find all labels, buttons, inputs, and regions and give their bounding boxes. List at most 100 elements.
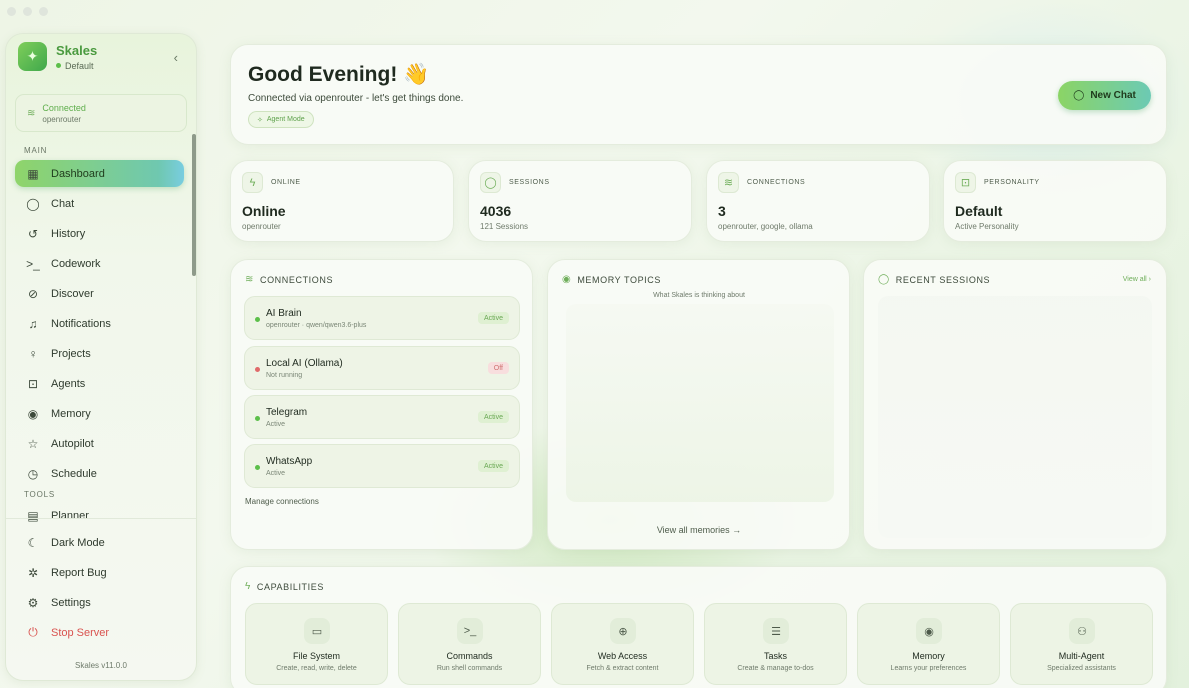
connection-item-local-ai[interactable]: Local AI (Ollama) Not running Off — [244, 346, 520, 390]
capability-web-access[interactable]: ⊕ Web Access Fetch & extract content — [551, 603, 694, 685]
new-chat-label: New Chat — [1090, 90, 1136, 101]
capability-desc: Specialized assistants — [1047, 665, 1116, 672]
sidebar-item-chat[interactable]: ◯ Chat — [15, 190, 184, 217]
profile-name: Default — [65, 60, 94, 71]
view-all-sessions-link[interactable]: View all › — [1123, 276, 1151, 283]
sidebar-item-notifications[interactable]: ♫ Notifications — [15, 310, 184, 337]
new-chat-button[interactable]: ◯ New Chat — [1058, 81, 1151, 110]
brain-icon: ◉ — [916, 618, 942, 644]
capability-desc: Create & manage to-dos — [737, 665, 814, 672]
clock-icon: ◷ — [27, 466, 39, 481]
folder-icon: ▭ — [304, 618, 330, 644]
history-icon: ↺ — [27, 226, 39, 241]
hero-card: Good Evening! 👋 Connected via openrouter… — [230, 44, 1167, 145]
sidebar-item-dark-mode[interactable]: ☾ Dark Mode — [15, 529, 184, 556]
wifi-icon: ≋ — [718, 172, 739, 193]
stat-label: ONLINE — [271, 179, 301, 186]
sidebar-item-label: Dashboard — [51, 167, 105, 180]
sidebar-item-discover[interactable]: ⊘ Discover — [15, 280, 184, 307]
sidebar-item-schedule[interactable]: ◷ Schedule — [15, 460, 184, 487]
stat-card-personality[interactable]: ⊡ PERSONALITY Default Active Personality — [943, 160, 1167, 242]
manage-connections-link[interactable]: Manage connections — [245, 497, 319, 506]
sidebar-item-memory[interactable]: ◉ Memory — [15, 400, 184, 427]
stat-value: 4036 — [480, 203, 512, 219]
agent-mode-badge[interactable]: ✧ Agent Mode — [248, 111, 314, 128]
stat-card-online[interactable]: ϟ ONLINE Online openrouter — [230, 160, 454, 242]
app-logo-icon: ✦ — [18, 42, 47, 71]
stop-server-button[interactable]: ⏻ Stop Server — [15, 619, 184, 646]
stat-sub: openrouter — [242, 222, 281, 231]
capability-tasks[interactable]: ☰ Tasks Create & manage to-dos — [704, 603, 847, 685]
robot-icon: ⊡ — [27, 376, 39, 391]
sidebar-scrollbar[interactable] — [192, 134, 196, 276]
collapse-sidebar-icon[interactable]: ‹ — [174, 50, 178, 65]
app-version: Skales v11.0.0 — [75, 661, 127, 670]
sidebar-item-projects[interactable]: ♀ Projects — [15, 340, 184, 367]
stat-card-connections[interactable]: ≋ CONNECTIONS 3 openrouter, google, olla… — [706, 160, 930, 242]
section-tools-label: TOOLS — [24, 490, 55, 499]
panel-title: ≋ CONNECTIONS — [245, 274, 334, 285]
capability-name: Commands — [446, 651, 493, 661]
connection-item-whatsapp[interactable]: WhatsApp Active Active — [244, 444, 520, 488]
stat-value: Online — [242, 203, 286, 219]
sidebar-item-autopilot[interactable]: ☆ Autopilot — [15, 430, 184, 457]
sidebar-item-label: Codework — [51, 257, 101, 270]
connection-name: WhatsApp — [266, 456, 313, 467]
chat-icon: ◯ — [26, 196, 40, 211]
memory-topics-panel: ◉ MEMORY TOPICS What Skales is thinking a… — [547, 259, 850, 550]
calendar-icon: ▤ — [27, 508, 39, 523]
memory-topics-area — [566, 304, 834, 502]
capability-commands[interactable]: >_ Commands Run shell commands — [398, 603, 541, 685]
sidebar-item-planner[interactable]: ▤ Planner — [15, 502, 184, 529]
sidebar-item-report-bug[interactable]: ✲ Report Bug — [15, 559, 184, 586]
section-main-label: MAIN — [24, 146, 48, 155]
terminal-icon: >_ — [457, 618, 483, 644]
sidebar-item-label: Projects — [51, 347, 91, 360]
connection-name: AI Brain — [266, 308, 302, 319]
profile-indicator: Default — [56, 61, 97, 71]
sidebar-item-label: Notifications — [51, 317, 111, 330]
stat-label: SESSIONS — [509, 179, 550, 186]
stat-card-sessions[interactable]: ◯ SESSIONS 4036 121 Sessions — [468, 160, 692, 242]
chat-bubble-icon: ◯ — [1073, 90, 1085, 101]
recent-sessions-panel: ◯ RECENT SESSIONS View all › — [863, 259, 1167, 550]
terminal-icon: >_ — [26, 256, 40, 271]
sidebar-item-agents[interactable]: ⊡ Agents — [15, 370, 184, 397]
view-all-memories-link[interactable]: View all memories → — [548, 525, 850, 535]
capability-memory[interactable]: ◉ Memory Learns your preferences — [857, 603, 1000, 685]
greeting-subtitle: Connected via openrouter - let's get thi… — [248, 93, 464, 104]
window-controls — [7, 7, 48, 16]
wifi-icon: ≋ — [27, 107, 36, 119]
brain-icon: ◉ — [27, 406, 39, 421]
bolt-icon: ϟ — [242, 172, 263, 193]
dashboard-icon: ▦ — [27, 166, 39, 181]
stop-server-label: Stop Server — [51, 626, 110, 639]
stat-sub: 121 Sessions — [480, 222, 529, 231]
capabilities-panel: ϟ CAPABILITIES ▭ File System Create, read… — [230, 566, 1167, 688]
status-dot — [255, 465, 260, 470]
panel-title: ϟ CAPABILITIES — [245, 581, 324, 592]
sidebar-item-codework[interactable]: >_ Codework — [15, 250, 184, 277]
memory-subtitle: What Skales is thinking about — [653, 292, 745, 299]
stat-sub: Active Personality — [955, 222, 1019, 231]
capability-file-system[interactable]: ▭ File System Create, read, write, delet… — [245, 603, 388, 685]
capability-multi-agent[interactable]: ⚇ Multi-Agent Specialized assistants — [1010, 603, 1153, 685]
chat-bubble-icon: ◯ — [480, 172, 501, 193]
sidebar-item-label: Dark Mode — [51, 536, 105, 549]
panel-title: ◯ RECENT SESSIONS — [878, 274, 991, 285]
capability-name: Web Access — [597, 651, 648, 661]
connection-status[interactable]: ≋ Connected openrouter — [15, 94, 187, 132]
status-dot — [255, 317, 260, 322]
stat-label: PERSONALITY — [984, 179, 1040, 186]
sidebar-item-settings[interactable]: ⚙ Settings — [15, 589, 184, 616]
status-badge: Active — [477, 411, 509, 423]
connection-item-ai-brain[interactable]: AI Brain openrouter · qwen/qwen3.6-plus … — [244, 296, 520, 340]
status-badge: Active — [477, 312, 509, 324]
bug-icon: ✲ — [27, 565, 39, 580]
connection-item-telegram[interactable]: Telegram Active Active — [244, 395, 520, 439]
sidebar-item-history[interactable]: ↺ History — [15, 220, 184, 247]
capability-name: Tasks — [763, 651, 787, 661]
sidebar-item-dashboard[interactable]: ▦ Dashboard — [15, 160, 184, 187]
recent-sessions-list — [878, 296, 1152, 538]
bell-icon: ♫ — [28, 316, 38, 331]
